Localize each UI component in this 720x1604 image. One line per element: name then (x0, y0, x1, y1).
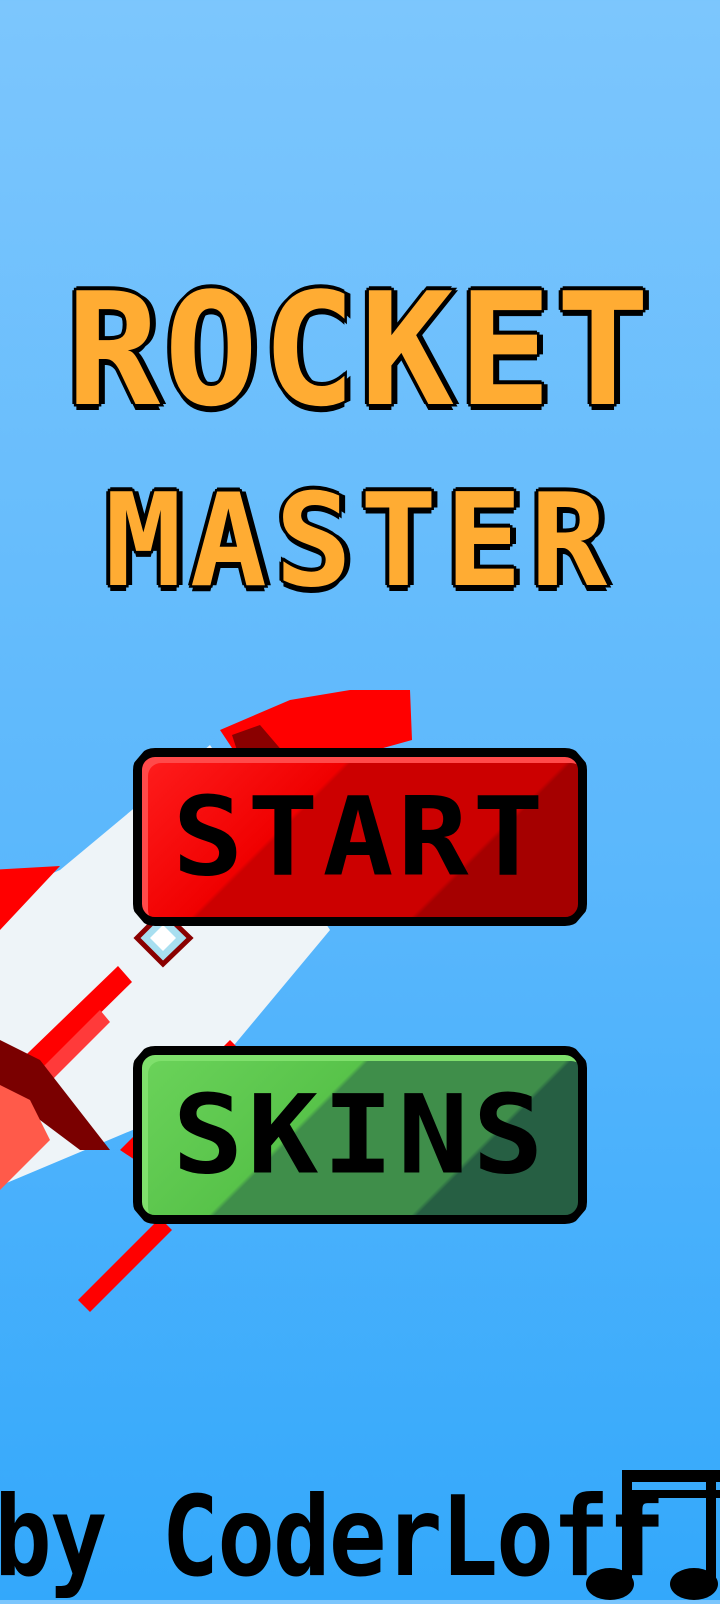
game-title-line-2: MASTER (102, 467, 616, 616)
music-toggle-button[interactable] (586, 1466, 720, 1600)
game-title-line-1: ROCKET (64, 259, 654, 441)
music-note-icon (586, 1470, 720, 1600)
start-button-label: START (172, 773, 548, 901)
start-button[interactable]: START (133, 748, 587, 926)
skins-button-label: SKINS (172, 1071, 548, 1199)
skins-button[interactable]: SKINS (133, 1046, 587, 1224)
rocket-exhaust (78, 1218, 172, 1312)
credit-text: by CoderLoff (0, 1472, 666, 1602)
